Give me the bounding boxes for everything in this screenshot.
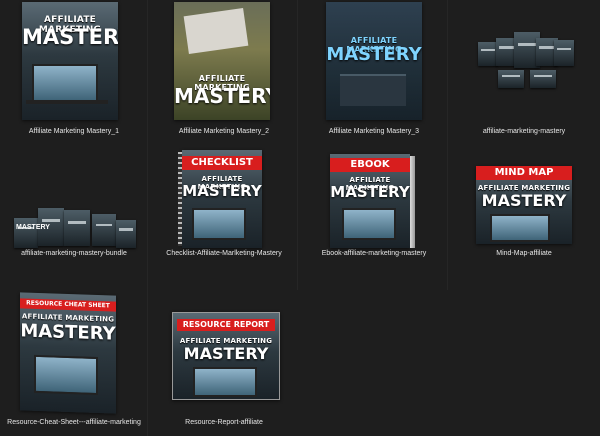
bundle-label: MASTERY xyxy=(16,224,50,231)
cover-title-main: MASTERY xyxy=(330,183,410,201)
file-tile[interactable]: affiliate-marketing-mastery xyxy=(450,0,598,148)
cover-title-main: MASTERY xyxy=(20,320,116,345)
thumbnail: AFFILIATE MARKETING MASTERY xyxy=(150,0,298,124)
laptop-illustration xyxy=(342,208,396,240)
file-tile[interactable]: RESOURCE CHEAT SHEET AFFILIATE MARKETING… xyxy=(0,290,148,436)
laptop-illustration xyxy=(34,354,98,396)
file-name: Checklist-Affiliate-Marlketing-Mastery xyxy=(166,250,282,257)
file-tile[interactable]: AFFILIATE MARKETING MASTERY Affiliate Ma… xyxy=(0,0,148,148)
cover-title-main: MASTERY xyxy=(183,344,269,363)
file-tile[interactable]: EBOOK AFFILIATE MARKETING MASTERY Ebook-… xyxy=(300,148,448,290)
cover-banner: RESOURCE CHEAT SHEET xyxy=(20,298,116,312)
bundle-item xyxy=(64,210,90,246)
cover-image: AFFILIATE MARKETING MASTERY xyxy=(326,2,422,120)
file-name: Mind-Map-affiliate xyxy=(496,250,552,257)
cover-image: RESOURCE CHEAT SHEET AFFILIATE MARKETING… xyxy=(20,292,116,414)
file-name: affiliate-marketing-mastery-bundle xyxy=(21,250,127,257)
cover-title-main: MASTERY xyxy=(481,191,567,210)
cover-image: RESOURCE REPORT AFFILIATE MARKETING MAST… xyxy=(172,312,280,400)
bundle-item xyxy=(530,70,556,88)
file-tile[interactable]: AFFILIATE MARKETING MASTERY Affiliate Ma… xyxy=(300,0,448,148)
file-grid: AFFILIATE MARKETING MASTERY Affiliate Ma… xyxy=(0,0,600,436)
cover-image: EBOOK AFFILIATE MARKETING MASTERY xyxy=(330,154,410,248)
cover-image: CHECKLIST AFFILIATE MARKETING MASTERY xyxy=(182,150,262,248)
cover-banner: MIND MAP xyxy=(476,166,572,180)
cover-title-main: MASTERY xyxy=(182,182,262,200)
cover-title-main: MASTERY xyxy=(326,44,422,65)
cover-title-main: MASTERY xyxy=(22,25,118,49)
cover-banner: CHECKLIST xyxy=(182,156,262,170)
file-name: Ebook-affiliate-marketing-mastery xyxy=(321,250,427,257)
paper-illustration xyxy=(183,8,249,54)
cover-image: AFFILIATE MARKETING MASTERY xyxy=(22,2,118,120)
laptop-base xyxy=(26,100,108,104)
laptop-illustration xyxy=(490,214,550,242)
book-pages xyxy=(410,156,415,248)
cover-image: AFFILIATE MARKETING MASTERY xyxy=(174,2,270,120)
bundle-item xyxy=(116,220,136,248)
laptop-illustration xyxy=(32,64,98,102)
file-name: Affiliate Marketing Mastery_2 xyxy=(178,128,270,135)
cover-banner: EBOOK xyxy=(330,158,410,172)
laptop-illustration xyxy=(193,367,257,397)
file-tile[interactable]: MASTERY affiliate-marketing-mastery-bund… xyxy=(0,148,148,290)
file-name: Affiliate Marketing Mastery_1 xyxy=(28,128,120,135)
thumbnail: AFFILIATE MARKETING MASTERY xyxy=(0,0,148,124)
bundle-item xyxy=(478,42,498,66)
cover-title-main: MASTERY xyxy=(174,84,270,108)
file-name: Resource-Report-affiliate xyxy=(185,419,263,426)
file-tile[interactable]: RESOURCE REPORT AFFILIATE MARKETING MAST… xyxy=(150,290,298,436)
thumbnail: AFFILIATE MARKETING MASTERY xyxy=(300,0,448,124)
cover-image: MIND MAP AFFILIATE MARKETING MASTERY xyxy=(476,166,572,244)
file-name: Affiliate Marketing Mastery_3 xyxy=(328,128,420,135)
thumbnail: RESOURCE CHEAT SHEET AFFILIATE MARKETING… xyxy=(0,290,148,414)
thumbnail xyxy=(450,0,598,124)
file-name: Resource-Cheat-Sheet---affiliate-marketi… xyxy=(7,419,141,426)
file-tile[interactable]: CHECKLIST AFFILIATE MARKETING MASTERY Ch… xyxy=(150,148,298,290)
bundle-item xyxy=(92,214,116,246)
bundle-item xyxy=(498,70,524,88)
spiral-binding xyxy=(178,152,182,246)
bundle-item xyxy=(554,40,574,66)
laptop-illustration xyxy=(192,208,246,240)
bundle-item xyxy=(14,218,38,248)
file-tile[interactable]: AFFILIATE MARKETING MASTERY Affiliate Ma… xyxy=(150,0,298,148)
file-tile[interactable]: MIND MAP AFFILIATE MARKETING MASTERY Min… xyxy=(450,148,598,290)
thumbnail: RESOURCE REPORT AFFILIATE MARKETING MAST… xyxy=(150,290,298,414)
meeting-illustration xyxy=(340,74,406,106)
file-name: affiliate-marketing-mastery xyxy=(482,128,566,135)
cover-banner: RESOURCE REPORT xyxy=(177,319,275,331)
